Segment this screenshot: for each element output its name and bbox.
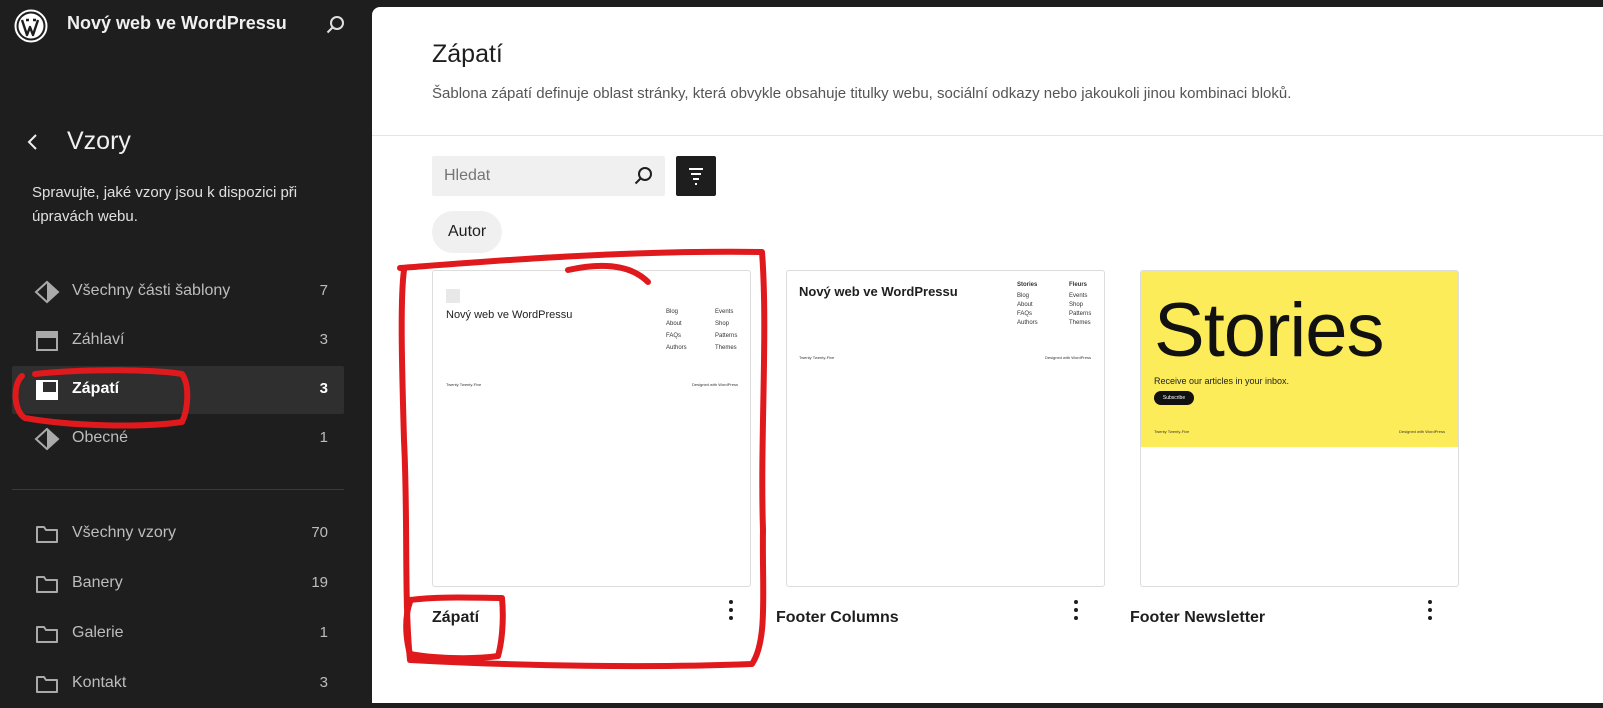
- nav-item-count: 7: [319, 282, 328, 299]
- nav-item-count: 70: [311, 524, 328, 541]
- preview-link: Events: [1069, 293, 1088, 299]
- header-divider: [372, 135, 1603, 136]
- preview-credit: Twenty Twenty-Five: [446, 382, 482, 387]
- preview-link: Blog: [1017, 293, 1030, 299]
- preview-headline: Stories: [1154, 288, 1385, 373]
- nav-item-general[interactable]: Obecné 1: [12, 415, 344, 463]
- preview-link: About: [1017, 302, 1033, 308]
- nav-item-contact[interactable]: Kontakt 3: [12, 660, 344, 708]
- preview-link: Blog: [666, 309, 679, 315]
- folder-icon: [36, 626, 58, 643]
- preview-link: Events: [715, 309, 734, 315]
- header-layout-icon: [36, 331, 58, 351]
- preview-link: Themes: [1069, 320, 1091, 326]
- nav-item-gallery[interactable]: Galerie 1: [12, 610, 344, 658]
- preview-link: Authors: [1017, 320, 1038, 326]
- nav-item-label: Galerie: [72, 624, 124, 641]
- page-title: Zápatí: [432, 40, 503, 68]
- search-input[interactable]: [432, 156, 634, 196]
- card-title[interactable]: Footer Newsletter: [1130, 609, 1265, 627]
- site-title[interactable]: Nový web ve WordPressu: [67, 13, 287, 34]
- preview-link: Shop: [1069, 302, 1084, 308]
- preview-link: Themes: [715, 345, 737, 351]
- preview-credit: Designed with WordPress: [1045, 355, 1091, 360]
- newsletter-preview: Stories Receive our articles in your inb…: [1141, 271, 1458, 447]
- sidebar-divider: [12, 489, 344, 490]
- search-icon[interactable]: [325, 14, 347, 36]
- folder-icon: [36, 676, 58, 693]
- preview-heading: Stories: [1017, 282, 1038, 288]
- nav-item-count: 1: [319, 624, 328, 641]
- pattern-card-footer-columns[interactable]: Nový web ve WordPressu Stories Fleurs Bl…: [786, 270, 1105, 587]
- preview-link: Patterns: [1069, 311, 1092, 317]
- diamond-icon: [34, 427, 60, 451]
- nav-item-all-patterns[interactable]: Všechny vzory 70: [12, 510, 344, 558]
- preview-link: FAQs: [1017, 311, 1033, 317]
- preview-site-title: Nový web ve WordPressu: [799, 284, 958, 299]
- nav-item-label: Banery: [72, 574, 123, 591]
- card-title[interactable]: Footer Columns: [776, 609, 899, 627]
- preview-link: About: [666, 321, 682, 327]
- folder-icon: [36, 576, 58, 593]
- author-filter-chip[interactable]: Autor: [432, 211, 503, 253]
- nav-item-count: 19: [311, 574, 328, 591]
- preview-link: Patterns: [715, 333, 738, 339]
- preview-link: Authors: [666, 345, 687, 351]
- site-logo-placeholder-icon: [446, 289, 460, 303]
- preview-heading: Fleurs: [1069, 282, 1088, 288]
- preview-credit: Designed with WordPress: [692, 382, 738, 387]
- section-title: Vzory: [67, 127, 131, 155]
- nav-item-label: Zápatí: [72, 380, 120, 397]
- nav-item-banners[interactable]: Banery 19: [12, 560, 344, 608]
- more-options-icon[interactable]: [719, 596, 743, 624]
- nav-item-label: Záhlaví: [72, 331, 125, 348]
- pattern-card-footer-newsletter[interactable]: Stories Receive our articles in your inb…: [1140, 270, 1459, 587]
- filter-icon: [689, 168, 703, 185]
- nav-item-count: 3: [319, 331, 328, 348]
- pattern-search: [432, 156, 665, 196]
- preview-credit: Twenty Twenty-Five: [1154, 429, 1190, 434]
- nav-item-label: Kontakt: [72, 674, 127, 691]
- preview-site-title: Nový web ve WordPressu: [446, 309, 573, 321]
- card-title[interactable]: Zápatí: [432, 609, 479, 627]
- nav-item-header[interactable]: Záhlaví 3: [12, 317, 344, 365]
- nav-item-count: 3: [319, 674, 328, 691]
- nav-item-label: Všechny části šablony: [72, 282, 231, 299]
- preview-link: FAQs: [666, 333, 682, 339]
- pattern-card-footer[interactable]: Nový web ve WordPressu Blog About FAQs A…: [432, 270, 751, 587]
- page-description: Šablona zápatí definuje oblast stránky, …: [432, 85, 1292, 102]
- preview-credit: Designed with WordPress: [1399, 429, 1445, 434]
- section-description: Spravujte, jaké vzory jsou k dispozici p…: [32, 184, 298, 225]
- more-options-icon[interactable]: [1064, 596, 1088, 624]
- nav-item-count: 3: [319, 380, 328, 397]
- diamond-icon: [34, 280, 60, 304]
- folder-icon: [36, 526, 58, 543]
- nav-item-footer[interactable]: Zápatí 3: [12, 366, 344, 414]
- search-icon[interactable]: [633, 165, 655, 187]
- preview-text: Receive our articles in your inbox.: [1154, 376, 1290, 386]
- more-options-icon[interactable]: [1418, 596, 1442, 624]
- preview-link: Shop: [715, 321, 730, 327]
- nav-item-label: Všechny vzory: [72, 524, 177, 541]
- preview-credit: Twenty Twenty-Five: [799, 355, 835, 360]
- wordpress-logo-icon[interactable]: [14, 9, 48, 43]
- nav-item-label: Obecné: [72, 429, 129, 446]
- nav-item-all-template-parts[interactable]: Všechny části šablony 7: [12, 268, 344, 316]
- footer-layout-icon: [36, 380, 58, 400]
- chevron-left-icon[interactable]: [22, 131, 44, 153]
- nav-item-count: 1: [319, 429, 328, 446]
- main-panel: Zápatí Šablona zápatí definuje oblast st…: [372, 7, 1603, 703]
- preview-subscribe-button: Subscribe: [1154, 391, 1194, 405]
- filter-button[interactable]: [676, 156, 716, 196]
- sidebar: Nový web ve WordPressu Vzory Spravujte, …: [0, 0, 372, 703]
